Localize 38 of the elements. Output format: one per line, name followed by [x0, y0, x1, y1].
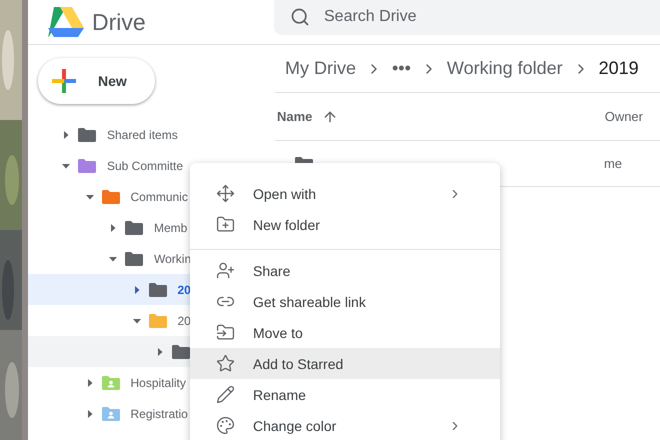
breadcrumb-item[interactable]: My Drive [285, 58, 356, 79]
move-arrows-icon [216, 184, 235, 203]
app-title: Drive [92, 8, 147, 36]
plus-icon [52, 69, 76, 93]
menu-item[interactable]: Open with [190, 178, 500, 209]
menu-item[interactable]: Move to [190, 317, 500, 348]
breadcrumb-item[interactable]: 2019 [598, 58, 639, 79]
file-owner: me [604, 156, 622, 171]
menu-item[interactable]: Add to Starred [190, 348, 500, 379]
menu-item[interactable]: Change color [190, 410, 500, 440]
expand-caret-icon[interactable] [86, 378, 94, 386]
person-plus-icon [216, 261, 235, 280]
collapse-caret-icon[interactable] [132, 316, 140, 324]
star-icon [216, 354, 235, 373]
pencil-icon [216, 385, 235, 404]
palette-icon [216, 416, 235, 435]
column-header[interactable]: Owner [604, 109, 643, 124]
expand-caret-icon[interactable] [109, 224, 117, 232]
expand-caret-icon[interactable] [156, 348, 164, 356]
search-icon [290, 7, 310, 27]
column-header[interactable]: Name [277, 109, 312, 124]
menu-item[interactable]: Rename [190, 379, 500, 410]
expand-caret-icon[interactable] [62, 130, 70, 138]
folder-arrow-icon [216, 323, 235, 342]
tree-item[interactable]: Shared items [28, 119, 267, 150]
menu-item[interactable]: New folder [190, 209, 500, 240]
collapse-caret-icon[interactable] [62, 162, 70, 170]
collapse-caret-icon[interactable] [86, 192, 94, 200]
breadcrumb-item[interactable]: Working folder [446, 58, 563, 79]
folder-plus-icon [216, 215, 235, 234]
breadcrumb-item[interactable]: ••• [392, 58, 411, 79]
search-field[interactable]: Search Drive [274, 0, 660, 35]
collapse-caret-icon[interactable] [109, 254, 117, 262]
tree-item[interactable]: Sub Committe [28, 150, 267, 181]
new-button[interactable]: New [38, 58, 155, 104]
expand-caret-icon[interactable] [132, 286, 140, 294]
drive-logo [48, 7, 84, 37]
expand-caret-icon[interactable] [86, 410, 94, 418]
